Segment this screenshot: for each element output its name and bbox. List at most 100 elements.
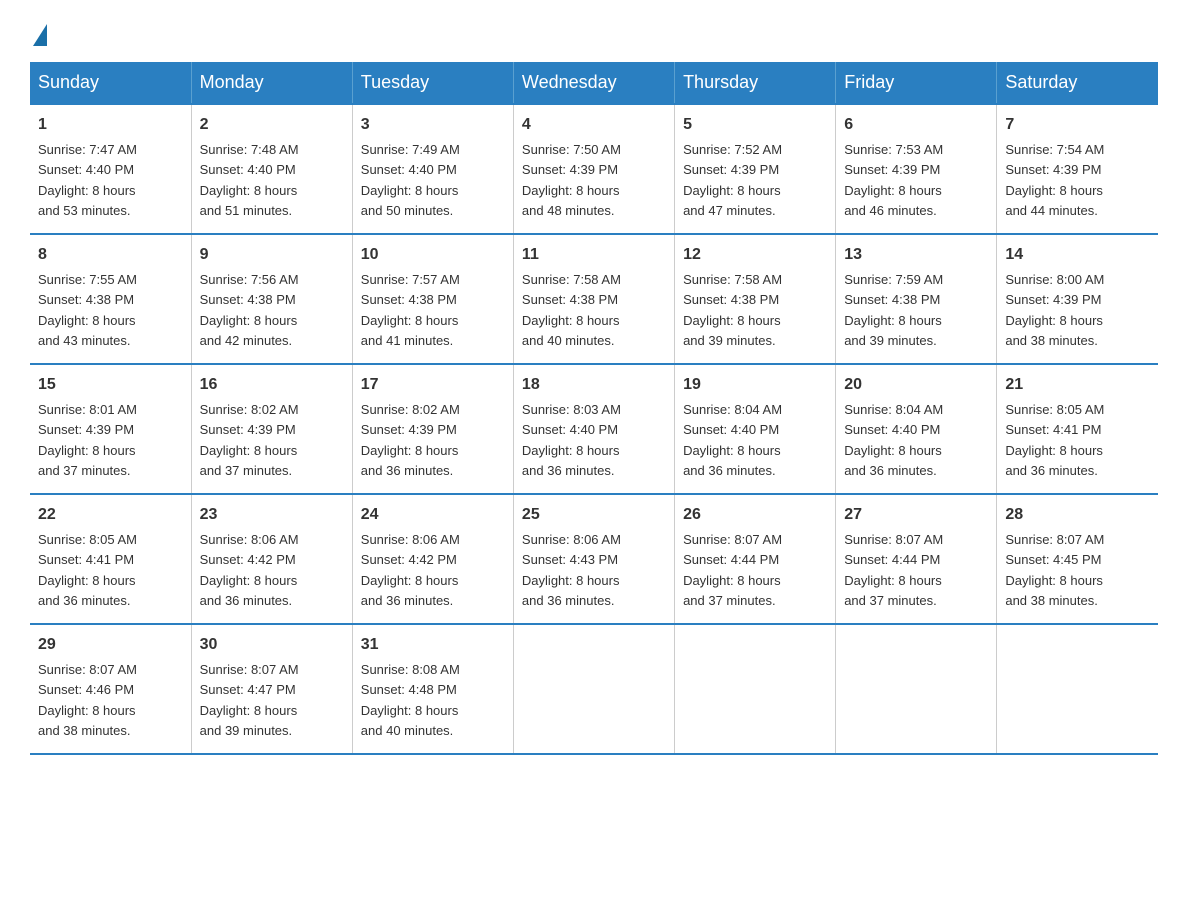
day-number: 1 bbox=[38, 113, 183, 137]
calendar-day-cell: 11 Sunrise: 7:58 AMSunset: 4:38 PMDaylig… bbox=[513, 234, 674, 364]
calendar-table: Sunday Monday Tuesday Wednesday Thursday… bbox=[30, 62, 1158, 755]
day-number: 14 bbox=[1005, 243, 1150, 267]
day-info: Sunrise: 7:54 AMSunset: 4:39 PMDaylight:… bbox=[1005, 142, 1104, 218]
calendar-day-cell: 29 Sunrise: 8:07 AMSunset: 4:46 PMDaylig… bbox=[30, 624, 191, 754]
calendar-day-cell: 22 Sunrise: 8:05 AMSunset: 4:41 PMDaylig… bbox=[30, 494, 191, 624]
day-number: 13 bbox=[844, 243, 988, 267]
calendar-day-cell: 7 Sunrise: 7:54 AMSunset: 4:39 PMDayligh… bbox=[997, 104, 1158, 234]
calendar-day-cell: 1 Sunrise: 7:47 AMSunset: 4:40 PMDayligh… bbox=[30, 104, 191, 234]
day-info: Sunrise: 8:02 AMSunset: 4:39 PMDaylight:… bbox=[361, 402, 460, 478]
day-number: 5 bbox=[683, 113, 827, 137]
day-number: 20 bbox=[844, 373, 988, 397]
calendar-day-cell bbox=[836, 624, 997, 754]
calendar-header-row: Sunday Monday Tuesday Wednesday Thursday… bbox=[30, 62, 1158, 104]
day-info: Sunrise: 7:56 AMSunset: 4:38 PMDaylight:… bbox=[200, 272, 299, 348]
calendar-week-row: 29 Sunrise: 8:07 AMSunset: 4:46 PMDaylig… bbox=[30, 624, 1158, 754]
calendar-week-row: 1 Sunrise: 7:47 AMSunset: 4:40 PMDayligh… bbox=[30, 104, 1158, 234]
day-number: 15 bbox=[38, 373, 183, 397]
header-sunday: Sunday bbox=[30, 62, 191, 104]
day-number: 30 bbox=[200, 633, 344, 657]
day-number: 23 bbox=[200, 503, 344, 527]
calendar-day-cell: 5 Sunrise: 7:52 AMSunset: 4:39 PMDayligh… bbox=[675, 104, 836, 234]
calendar-day-cell bbox=[513, 624, 674, 754]
day-info: Sunrise: 7:57 AMSunset: 4:38 PMDaylight:… bbox=[361, 272, 460, 348]
day-number: 12 bbox=[683, 243, 827, 267]
day-info: Sunrise: 8:05 AMSunset: 4:41 PMDaylight:… bbox=[1005, 402, 1104, 478]
day-info: Sunrise: 8:06 AMSunset: 4:42 PMDaylight:… bbox=[200, 532, 299, 608]
header-wednesday: Wednesday bbox=[513, 62, 674, 104]
day-info: Sunrise: 7:52 AMSunset: 4:39 PMDaylight:… bbox=[683, 142, 782, 218]
calendar-day-cell: 14 Sunrise: 8:00 AMSunset: 4:39 PMDaylig… bbox=[997, 234, 1158, 364]
day-info: Sunrise: 7:49 AMSunset: 4:40 PMDaylight:… bbox=[361, 142, 460, 218]
day-info: Sunrise: 8:04 AMSunset: 4:40 PMDaylight:… bbox=[844, 402, 943, 478]
header-thursday: Thursday bbox=[675, 62, 836, 104]
calendar-day-cell: 19 Sunrise: 8:04 AMSunset: 4:40 PMDaylig… bbox=[675, 364, 836, 494]
day-number: 9 bbox=[200, 243, 344, 267]
day-info: Sunrise: 8:07 AMSunset: 4:44 PMDaylight:… bbox=[844, 532, 943, 608]
calendar-day-cell bbox=[997, 624, 1158, 754]
day-number: 10 bbox=[361, 243, 505, 267]
calendar-day-cell: 10 Sunrise: 7:57 AMSunset: 4:38 PMDaylig… bbox=[352, 234, 513, 364]
calendar-day-cell: 21 Sunrise: 8:05 AMSunset: 4:41 PMDaylig… bbox=[997, 364, 1158, 494]
day-number: 19 bbox=[683, 373, 827, 397]
calendar-day-cell: 24 Sunrise: 8:06 AMSunset: 4:42 PMDaylig… bbox=[352, 494, 513, 624]
header-saturday: Saturday bbox=[997, 62, 1158, 104]
header-friday: Friday bbox=[836, 62, 997, 104]
header-monday: Monday bbox=[191, 62, 352, 104]
day-info: Sunrise: 8:00 AMSunset: 4:39 PMDaylight:… bbox=[1005, 272, 1104, 348]
header-tuesday: Tuesday bbox=[352, 62, 513, 104]
day-number: 6 bbox=[844, 113, 988, 137]
calendar-day-cell: 26 Sunrise: 8:07 AMSunset: 4:44 PMDaylig… bbox=[675, 494, 836, 624]
day-number: 18 bbox=[522, 373, 666, 397]
day-info: Sunrise: 7:53 AMSunset: 4:39 PMDaylight:… bbox=[844, 142, 943, 218]
day-number: 31 bbox=[361, 633, 505, 657]
day-info: Sunrise: 7:58 AMSunset: 4:38 PMDaylight:… bbox=[522, 272, 621, 348]
day-number: 4 bbox=[522, 113, 666, 137]
day-info: Sunrise: 7:50 AMSunset: 4:39 PMDaylight:… bbox=[522, 142, 621, 218]
day-info: Sunrise: 8:06 AMSunset: 4:42 PMDaylight:… bbox=[361, 532, 460, 608]
logo-triangle-icon bbox=[33, 24, 47, 46]
calendar-day-cell: 4 Sunrise: 7:50 AMSunset: 4:39 PMDayligh… bbox=[513, 104, 674, 234]
calendar-day-cell bbox=[675, 624, 836, 754]
calendar-day-cell: 30 Sunrise: 8:07 AMSunset: 4:47 PMDaylig… bbox=[191, 624, 352, 754]
day-info: Sunrise: 7:48 AMSunset: 4:40 PMDaylight:… bbox=[200, 142, 299, 218]
calendar-day-cell: 31 Sunrise: 8:08 AMSunset: 4:48 PMDaylig… bbox=[352, 624, 513, 754]
calendar-day-cell: 8 Sunrise: 7:55 AMSunset: 4:38 PMDayligh… bbox=[30, 234, 191, 364]
logo bbox=[30, 20, 47, 42]
day-number: 3 bbox=[361, 113, 505, 137]
calendar-week-row: 8 Sunrise: 7:55 AMSunset: 4:38 PMDayligh… bbox=[30, 234, 1158, 364]
calendar-day-cell: 13 Sunrise: 7:59 AMSunset: 4:38 PMDaylig… bbox=[836, 234, 997, 364]
page-header bbox=[30, 20, 1158, 42]
day-number: 26 bbox=[683, 503, 827, 527]
calendar-day-cell: 18 Sunrise: 8:03 AMSunset: 4:40 PMDaylig… bbox=[513, 364, 674, 494]
day-number: 29 bbox=[38, 633, 183, 657]
calendar-day-cell: 17 Sunrise: 8:02 AMSunset: 4:39 PMDaylig… bbox=[352, 364, 513, 494]
day-number: 27 bbox=[844, 503, 988, 527]
calendar-day-cell: 25 Sunrise: 8:06 AMSunset: 4:43 PMDaylig… bbox=[513, 494, 674, 624]
day-number: 24 bbox=[361, 503, 505, 527]
day-number: 16 bbox=[200, 373, 344, 397]
calendar-day-cell: 2 Sunrise: 7:48 AMSunset: 4:40 PMDayligh… bbox=[191, 104, 352, 234]
calendar-day-cell: 23 Sunrise: 8:06 AMSunset: 4:42 PMDaylig… bbox=[191, 494, 352, 624]
calendar-day-cell: 27 Sunrise: 8:07 AMSunset: 4:44 PMDaylig… bbox=[836, 494, 997, 624]
calendar-day-cell: 16 Sunrise: 8:02 AMSunset: 4:39 PMDaylig… bbox=[191, 364, 352, 494]
day-number: 7 bbox=[1005, 113, 1150, 137]
day-number: 21 bbox=[1005, 373, 1150, 397]
calendar-day-cell: 3 Sunrise: 7:49 AMSunset: 4:40 PMDayligh… bbox=[352, 104, 513, 234]
day-number: 2 bbox=[200, 113, 344, 137]
day-info: Sunrise: 8:02 AMSunset: 4:39 PMDaylight:… bbox=[200, 402, 299, 478]
calendar-day-cell: 9 Sunrise: 7:56 AMSunset: 4:38 PMDayligh… bbox=[191, 234, 352, 364]
calendar-day-cell: 12 Sunrise: 7:58 AMSunset: 4:38 PMDaylig… bbox=[675, 234, 836, 364]
calendar-week-row: 22 Sunrise: 8:05 AMSunset: 4:41 PMDaylig… bbox=[30, 494, 1158, 624]
day-number: 8 bbox=[38, 243, 183, 267]
day-number: 17 bbox=[361, 373, 505, 397]
day-info: Sunrise: 8:05 AMSunset: 4:41 PMDaylight:… bbox=[38, 532, 137, 608]
day-info: Sunrise: 8:07 AMSunset: 4:47 PMDaylight:… bbox=[200, 662, 299, 738]
day-info: Sunrise: 8:03 AMSunset: 4:40 PMDaylight:… bbox=[522, 402, 621, 478]
calendar-week-row: 15 Sunrise: 8:01 AMSunset: 4:39 PMDaylig… bbox=[30, 364, 1158, 494]
calendar-day-cell: 15 Sunrise: 8:01 AMSunset: 4:39 PMDaylig… bbox=[30, 364, 191, 494]
day-number: 11 bbox=[522, 243, 666, 267]
day-info: Sunrise: 8:01 AMSunset: 4:39 PMDaylight:… bbox=[38, 402, 137, 478]
day-info: Sunrise: 8:06 AMSunset: 4:43 PMDaylight:… bbox=[522, 532, 621, 608]
calendar-day-cell: 28 Sunrise: 8:07 AMSunset: 4:45 PMDaylig… bbox=[997, 494, 1158, 624]
